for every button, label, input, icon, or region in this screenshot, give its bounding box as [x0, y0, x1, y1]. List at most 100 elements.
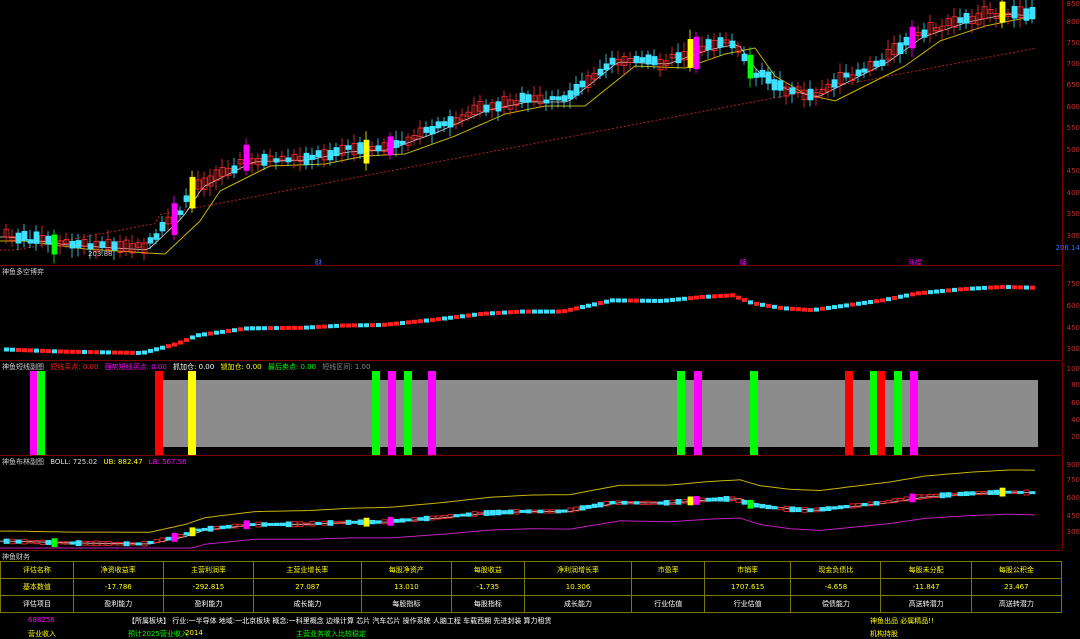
boll-candle — [964, 492, 969, 496]
bull-bear-block — [826, 306, 831, 310]
candle — [772, 80, 777, 90]
bull-bear-block — [388, 322, 393, 326]
candle — [376, 146, 381, 151]
bull-bear-block — [574, 306, 579, 310]
boll-candle — [172, 533, 177, 541]
candle — [112, 242, 117, 250]
candle — [988, 10, 993, 14]
bull-bear-block — [130, 351, 135, 355]
signal-bar — [388, 371, 396, 455]
boll-middle — [0, 492, 1035, 544]
bull-bear-block — [58, 350, 63, 354]
boll-candle — [820, 507, 825, 511]
bull-bear-block — [406, 320, 411, 324]
legend-strong-buy: 强势短线买点: 0.00 — [105, 363, 167, 371]
legend-add: 抓加仓: 0.00 — [173, 363, 214, 371]
bull-bear-block — [286, 326, 291, 330]
event-marker-rise[interactable]: 涨幅 — [908, 258, 922, 266]
candle — [172, 204, 177, 235]
bull-bear-block — [784, 306, 789, 310]
boll-candle — [208, 526, 213, 531]
boll-candle — [880, 502, 885, 504]
bull-bear-block — [34, 349, 39, 353]
bull-bear-block — [196, 333, 201, 337]
bull-bear-block — [526, 310, 531, 314]
header-cell: 每股公积金 — [971, 562, 1061, 579]
short-term-pane[interactable]: 神鱼短线副图 短线买点: 0.00 强势短线买点: 0.00 抓加仓: 0.00… — [0, 361, 1062, 456]
value-cell: -1.735 — [452, 579, 525, 596]
bull-bear-block — [352, 323, 357, 327]
bull-bear-block — [946, 288, 951, 292]
bull-bear-chart[interactable] — [0, 266, 1062, 360]
boll-candle — [778, 507, 783, 509]
candle — [358, 143, 363, 154]
candle — [442, 122, 447, 126]
bollinger-chart[interactable] — [0, 456, 1062, 550]
bull-bear-block — [700, 295, 705, 299]
header-cell: 净利润增长率 — [524, 562, 632, 579]
axis-tick: 750 — [1067, 476, 1080, 484]
boll-candle — [364, 518, 369, 526]
bull-bear-block — [646, 299, 651, 303]
eval-cell: 偿债能力 — [791, 596, 881, 613]
boll-candle — [694, 496, 699, 504]
candle — [148, 238, 153, 244]
candle — [670, 54, 675, 58]
candle — [82, 239, 87, 246]
candle — [352, 143, 357, 154]
candle — [838, 73, 843, 84]
stock-code[interactable]: 688256 — [28, 616, 55, 624]
boll-candle — [472, 512, 477, 517]
boll-candle — [124, 542, 129, 546]
boll-candle — [874, 502, 879, 506]
boll-candle — [670, 500, 675, 504]
candle — [940, 26, 945, 30]
bull-bear-block — [502, 311, 507, 315]
candle — [964, 13, 969, 23]
bollinger-pane[interactable]: 神鱼布林副图 BOLL: 725.02 UB: 882.47 LB: 567.5… — [0, 456, 1062, 551]
candle — [592, 73, 597, 79]
boll-candle — [946, 493, 951, 497]
main-chart-pane[interactable]: 203.88 财 降 涨幅 — [0, 0, 1062, 266]
bull-bear-block — [802, 308, 807, 312]
candle — [790, 88, 795, 94]
legend-range: 短线区间: 1.00 — [322, 363, 370, 371]
boll-candle — [370, 520, 375, 523]
bull-bear-block — [214, 331, 219, 335]
candle — [160, 222, 165, 231]
boll-candle — [712, 498, 717, 501]
bull-bear-block — [472, 313, 477, 317]
candlestick-chart[interactable] — [0, 0, 1062, 265]
short-term-chart[interactable] — [0, 361, 1062, 455]
event-marker-finance[interactable]: 财 — [315, 258, 322, 266]
candle — [370, 147, 375, 150]
candle — [334, 148, 339, 156]
bull-bear-block — [892, 296, 897, 300]
candle — [880, 60, 885, 65]
pane3-axis: 100 80 60 40 20 — [1062, 361, 1080, 455]
bull-bear-block — [4, 348, 9, 352]
boll-candle — [1018, 491, 1023, 493]
bull-bear-block — [868, 300, 873, 304]
bull-bear-pane[interactable]: 神鱼多空博弈 — [0, 266, 1062, 361]
boll-candle — [940, 493, 945, 498]
bull-bear-block — [520, 310, 525, 314]
candle — [16, 233, 21, 243]
signal-bar — [877, 371, 885, 455]
bull-bear-block — [466, 314, 471, 318]
bull-bear-block — [250, 326, 255, 330]
signal-bar — [677, 371, 685, 455]
candle — [364, 140, 369, 163]
boll-candle — [1000, 488, 1005, 496]
bull-bear-block — [160, 346, 165, 350]
bull-bear-block — [448, 316, 453, 320]
boll-candle — [598, 503, 603, 507]
eval-cell: 行业估值 — [705, 596, 791, 613]
candle — [70, 241, 75, 248]
candle — [394, 141, 399, 148]
axis-tick: 100 — [1067, 365, 1080, 373]
bull-bear-block — [178, 341, 183, 345]
candle — [220, 167, 225, 176]
boll-candle — [4, 539, 9, 543]
event-marker-drop[interactable]: 降 — [740, 258, 747, 266]
